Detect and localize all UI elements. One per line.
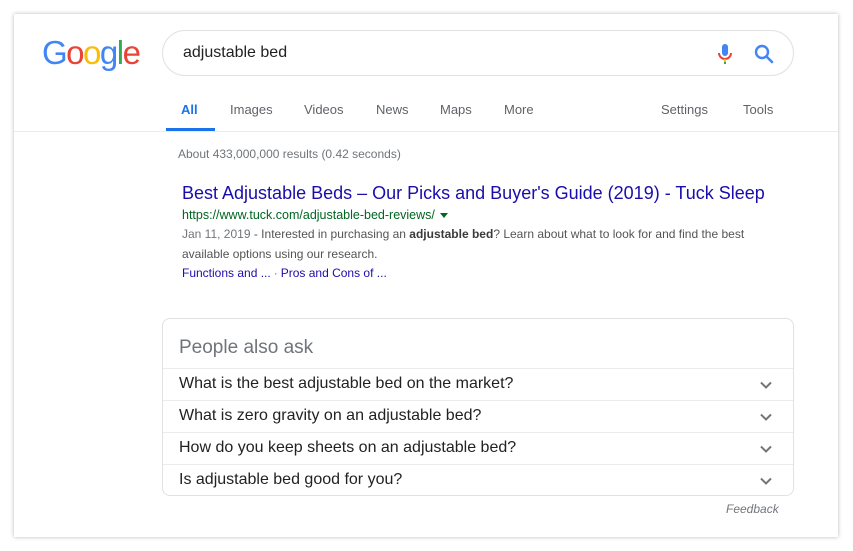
search-tabs: All Images Videos News Maps More Setting… (14, 94, 838, 132)
tab-tools[interactable]: Tools (743, 102, 773, 117)
chevron-down-icon (760, 445, 772, 453)
sitelink[interactable]: Functions and ... (182, 266, 271, 280)
google-logo[interactable]: Google (42, 34, 141, 72)
logo-letter: g (99, 34, 118, 71)
feedback-link[interactable]: Feedback (726, 502, 779, 516)
logo-letter: o (83, 34, 101, 71)
chevron-down-icon (760, 477, 772, 485)
logo-letter: G (42, 34, 68, 71)
tab-news[interactable]: News (376, 102, 409, 117)
paa-question[interactable]: Is adjustable bed good for you? (163, 464, 793, 496)
paa-question[interactable]: How do you keep sheets on an adjustable … (163, 432, 793, 464)
chevron-down-icon (760, 381, 772, 389)
search-result: Best Adjustable Beds – Our Picks and Buy… (182, 182, 782, 282)
paa-question-text: How do you keep sheets on an adjustable … (179, 439, 517, 456)
tab-images[interactable]: Images (230, 102, 273, 117)
logo-letter: e (122, 34, 141, 71)
tab-maps[interactable]: Maps (440, 102, 472, 117)
search-input[interactable]: adjustable bed (183, 44, 287, 62)
sitelink[interactable]: Pros and Cons of ... (281, 266, 387, 280)
tab-settings[interactable]: Settings (661, 102, 708, 117)
chevron-down-icon (760, 413, 772, 421)
tab-more[interactable]: More (504, 102, 534, 117)
tab-videos[interactable]: Videos (304, 102, 344, 117)
search-box[interactable]: adjustable bed (162, 30, 794, 76)
search-results-page: Google adjustable bed All Images Videos … (14, 14, 838, 537)
microphone-icon[interactable] (713, 42, 737, 66)
paa-question-text: What is zero gravity on an adjustable be… (179, 407, 482, 424)
active-tab-indicator (166, 128, 215, 131)
logo-letter: o (66, 34, 84, 71)
sitelink-separator: · (273, 266, 278, 280)
result-snippet: Jan 11, 2019 - Interested in purchasing … (182, 225, 782, 264)
result-title-link[interactable]: Best Adjustable Beds – Our Picks and Buy… (182, 182, 782, 204)
sitelinks: Functions and ... · Pros and Cons of ... (182, 264, 782, 282)
search-icon[interactable] (752, 42, 776, 66)
snippet-text: - Interested in purchasing an (250, 227, 410, 241)
people-also-ask: People also ask What is the best adjusta… (162, 318, 794, 496)
result-url: https://www.tuck.com/adjustable-bed-revi… (182, 208, 435, 222)
dropdown-arrow-icon[interactable] (439, 213, 448, 219)
result-date: Jan 11, 2019 (182, 227, 251, 241)
result-url-line: https://www.tuck.com/adjustable-bed-revi… (182, 207, 782, 223)
paa-question[interactable]: What is zero gravity on an adjustable be… (163, 400, 793, 432)
paa-question[interactable]: What is the best adjustable bed on the m… (163, 368, 793, 400)
paa-question-text: What is the best adjustable bed on the m… (179, 375, 514, 392)
paa-question-text: Is adjustable bed good for you? (179, 471, 403, 488)
tab-all[interactable]: All (181, 102, 198, 117)
snippet-highlight: adjustable bed (409, 227, 494, 241)
paa-heading: People also ask (179, 337, 314, 358)
result-stats: About 433,000,000 results (0.42 seconds) (178, 147, 401, 161)
